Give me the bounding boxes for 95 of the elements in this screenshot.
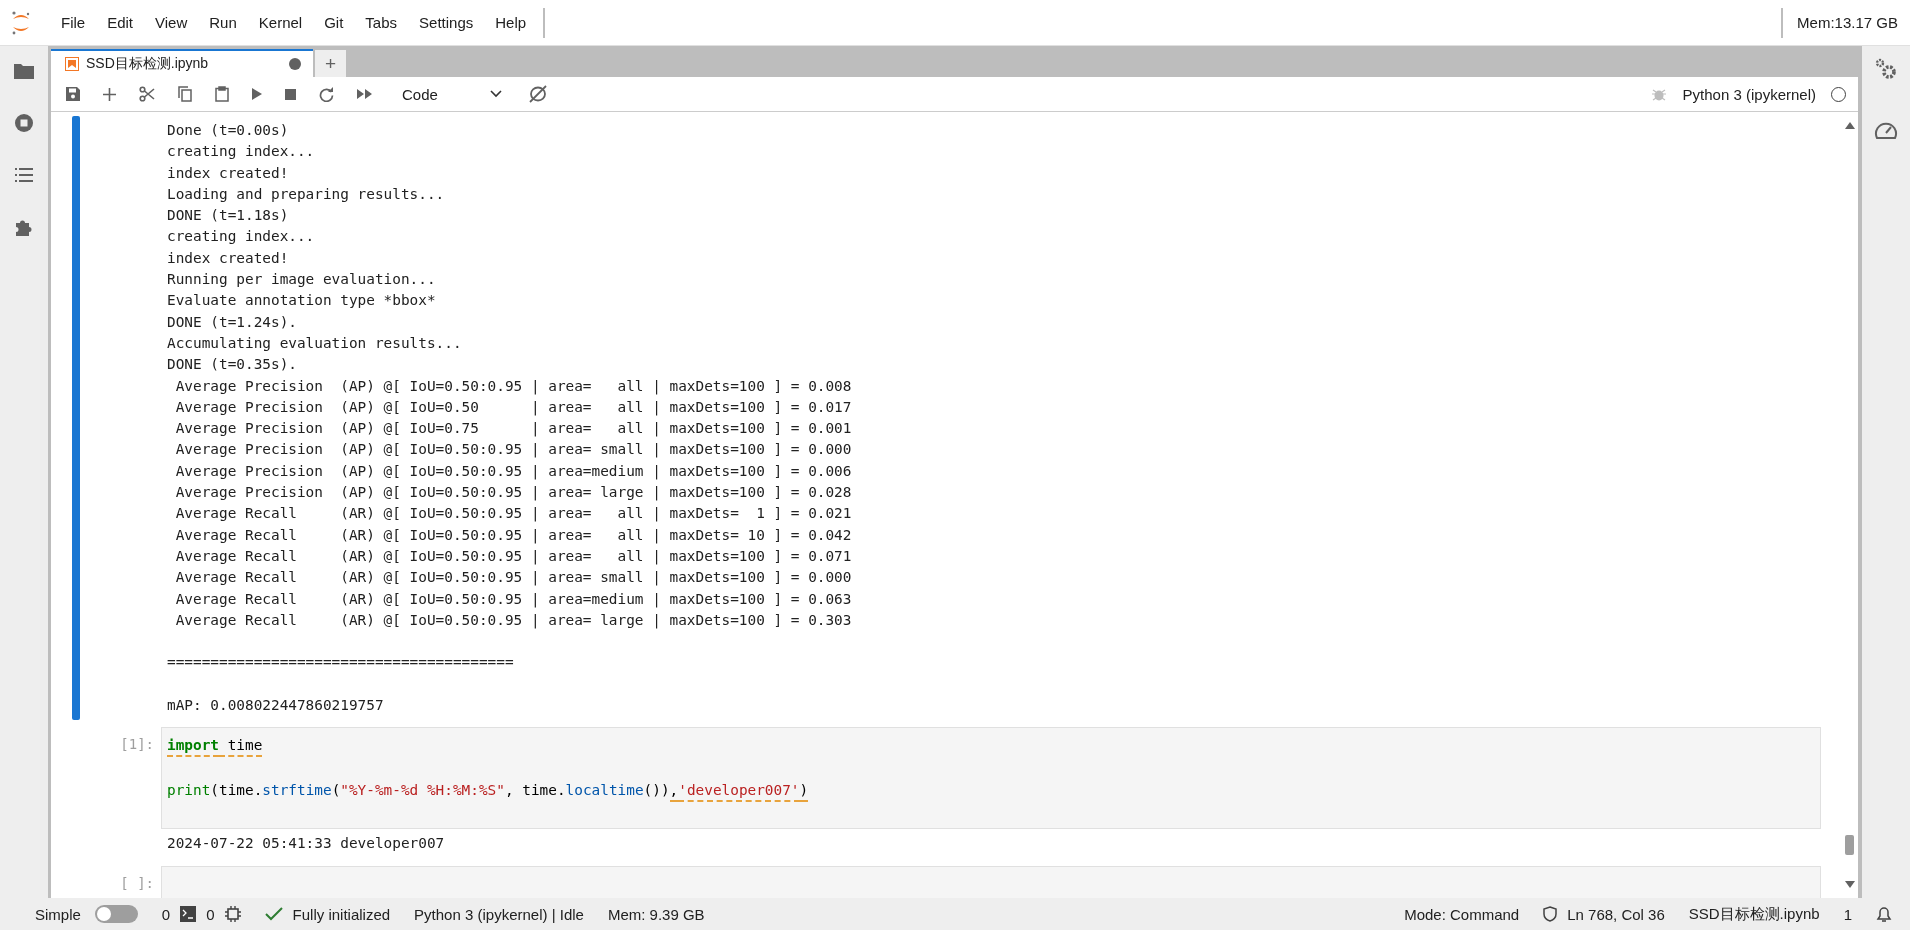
output-line: DONE (t=1.24s). (167, 312, 297, 332)
scroll-down-icon[interactable] (1844, 881, 1855, 888)
output-line: creating index... (167, 142, 315, 162)
output-line: Accumulating evaluation results... (167, 333, 462, 353)
output-line: Average Precision (AP) @[ IoU=0.50:0.95 | area= all | maxDets=100 ] = 0.008 (174, 376, 852, 397)
output-line: Average Recall (AR) @[ IoU=0.50:0.95 | area= large | maxDets=100 ] = 0.303 (174, 610, 852, 631)
file-name: SSD目标检测.ipynb (1688, 904, 1820, 924)
code-token: 'developer007' (678, 781, 800, 803)
restart-icon[interactable] (319, 86, 334, 102)
folder-icon[interactable] (14, 63, 34, 79)
menu-item[interactable]: Edit (96, 8, 145, 37)
shield-icon[interactable] (1543, 906, 1558, 922)
memory-usage: Mem:13.17 GB (1796, 14, 1899, 31)
save-icon[interactable] (66, 87, 80, 101)
notebook-tab[interactable]: SSD目标检测.ipynb (51, 49, 313, 77)
circle-slash-icon[interactable] (527, 85, 548, 103)
output-line: Average Precision (AP) @[ IoU=0.50:0.95 | area= large | maxDets=100 ] = 0.028 (174, 483, 852, 503)
check-icon[interactable] (264, 907, 283, 921)
code-token: localtime (565, 781, 644, 801)
scrollbar-thumb[interactable] (1845, 835, 1854, 855)
menu-item[interactable]: View (144, 8, 199, 37)
menu-item[interactable]: Settings (408, 8, 485, 37)
output-line: Average Precision (AP) @[ IoU=0.50:0.95 | area= small | maxDets=100 ] = 0.000 (174, 440, 852, 460)
code-token: ( (331, 781, 341, 801)
scroll-up-icon[interactable] (1844, 122, 1855, 129)
gears-icon[interactable] (1875, 58, 1897, 80)
list-icon[interactable] (15, 167, 33, 183)
menu-item[interactable]: File (50, 8, 97, 37)
new-tab-button[interactable]: + (315, 50, 346, 77)
run-icon[interactable] (252, 88, 262, 100)
output-line: Average Precision (AP) @[ IoU=0.50:0.95 | area=medium | maxDets=100 ] = 0.006 (174, 461, 852, 482)
output-line: mAP: 0.008022447860219757 (167, 696, 384, 715)
output-line: Done (t=0.00s) (167, 121, 289, 140)
output-line: Average Precision (AP) @[ IoU=0.50 | area= all | maxDets=100 ] = 0.017 (174, 397, 852, 418)
simple-mode-label: Simple (35, 905, 81, 923)
code-token: (time. (210, 781, 263, 801)
mode-status: Mode: Command (1404, 905, 1520, 923)
tab-label: SSD目标检测.ipynb (86, 55, 210, 73)
output-line: Average Precision (AP) @[ IoU=0.75 | area= all | maxDets=100 ] = 0.001 (174, 419, 852, 439)
output-line: DONE (t=0.35s). (167, 355, 297, 375)
output-line: creating index... (167, 227, 315, 247)
output-line: Average Recall (AR) @[ IoU=0.50:0.95 | area= all | maxDets= 10 ] = 0.042 (174, 525, 852, 546)
code-token: ()) (643, 781, 670, 801)
menu-item[interactable]: Help (484, 8, 538, 37)
output-line: ======================================== (167, 653, 514, 673)
copy-icon[interactable] (178, 86, 192, 102)
code-token: ) (799, 781, 809, 803)
cursor-position[interactable]: Ln 768, Col 36 (1567, 905, 1665, 923)
chevron-down-icon (489, 90, 502, 98)
output-line: index created! (167, 163, 289, 183)
cell-type-dropdown[interactable]: Code (399, 85, 505, 103)
output-line: Loading and preparing results... (167, 184, 445, 204)
code-token: strftime (262, 781, 332, 801)
terminal-icon[interactable] (180, 906, 197, 922)
memory-status: Mem: 9.39 GB (607, 905, 705, 923)
terminal-count: 0 (161, 905, 171, 923)
fast-forward-icon[interactable] (357, 89, 372, 99)
code-token: print (167, 781, 211, 801)
bell-icon[interactable] (1876, 905, 1892, 923)
output-line: Running per image evaluation... (167, 270, 436, 290)
clipboard-icon[interactable] (215, 86, 229, 102)
output-line: Average Recall (AR) @[ IoU=0.50:0.95 | area= all | maxDets= 1 ] = 0.021 (174, 504, 852, 524)
output-line: Average Recall (AR) @[ IoU=0.50:0.95 | area= all | maxDets=100 ] = 0.071 (174, 546, 852, 567)
simple-mode-toggle[interactable] (94, 905, 138, 923)
menu-item[interactable]: Git (313, 8, 355, 37)
code-token: import (167, 736, 219, 758)
output-line: 2024-07-22 05:41:33 developer007 (167, 834, 445, 854)
menu-item[interactable]: Run (198, 8, 248, 37)
notebook-icon (65, 57, 79, 71)
code-token: "%Y-%m-%d %H:%M:%S" (340, 781, 505, 801)
logo-icon (10, 9, 32, 36)
code-token: , time. (504, 781, 566, 801)
output-line: index created! (167, 248, 289, 268)
output-line: DONE (t=1.18s) (167, 206, 289, 226)
cell-prompt: [1]: (120, 735, 154, 755)
output-line: Average Recall (AR) @[ IoU=0.50:0.95 | area= small | maxDets=100 ] = 0.000 (174, 568, 852, 588)
output-line: Evaluate annotation type *bbox* (167, 291, 436, 311)
code-token: , (669, 781, 679, 803)
kernel-count: 0 (206, 905, 215, 923)
gauge-icon[interactable] (1874, 120, 1898, 140)
code-cell-input[interactable]: import time print(time.strftime("%Y-%m-%d %H:%M:%S", time.localtime()),'developer007') (161, 727, 1821, 830)
chip-icon[interactable] (224, 906, 241, 922)
stop-icon[interactable] (14, 113, 34, 133)
kernel-status[interactable]: Python 3 (ipykernel) | Idle (414, 905, 584, 923)
menu-item[interactable]: Tabs (354, 8, 409, 37)
stop-icon[interactable] (285, 88, 296, 100)
scissors-icon[interactable] (139, 86, 155, 102)
plus-icon[interactable] (103, 87, 116, 101)
kernel-name-button[interactable]: Python 3 (ipykernel) (1682, 85, 1816, 103)
cell-prompt: [ ]: (120, 873, 154, 893)
notification-count: 1 (1843, 905, 1852, 923)
menu-item[interactable]: Kernel (247, 8, 314, 37)
extension-status: Fully initialized (292, 905, 391, 923)
output-line: Average Recall (AR) @[ IoU=0.50:0.95 | area=medium | maxDets=100 ] = 0.063 (174, 589, 852, 610)
code-token: time (219, 736, 263, 758)
